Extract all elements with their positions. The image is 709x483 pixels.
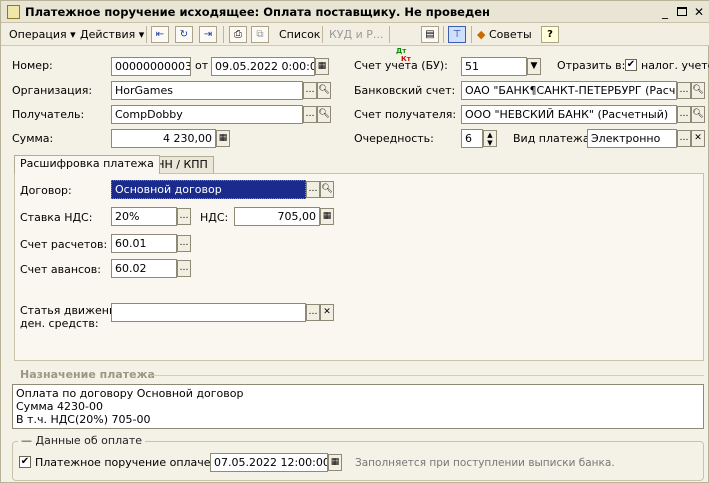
organization-select-button[interactable]: … <box>303 82 317 99</box>
recipient-label: Получатель: <box>12 108 85 121</box>
sum-label: Сумма: <box>12 132 54 145</box>
contract-open-icon[interactable]: 🔍︎ <box>320 181 334 198</box>
contract-select-button[interactable]: … <box>306 181 320 198</box>
paid-hint: Заполняется при поступлении выписки банк… <box>355 457 615 469</box>
actions-menu[interactable]: Действия ▾ <box>80 26 144 43</box>
list-button[interactable]: Список <box>279 26 320 43</box>
print-icon[interactable]: ⎙ <box>229 26 247 43</box>
refresh-icon[interactable]: ↻ <box>175 26 193 43</box>
from-label: от <box>195 59 209 72</box>
forward-icon[interactable]: ⇥ <box>199 26 217 43</box>
back-icon[interactable]: ⇤ <box>151 26 169 43</box>
account-bu-field[interactable]: 51 <box>461 57 527 76</box>
advice-icon: ◆ <box>477 28 486 41</box>
bank-account-field[interactable]: ОАО "БАНК¶САНКТ-ПЕТЕРБУРГ (Расчет <box>461 81 677 100</box>
document-window: Платежное поручение исходящее: Оплата по… <box>0 0 709 483</box>
payment-type-label: Вид платежа: <box>513 132 594 145</box>
kud-button[interactable]: КУД и Р... <box>329 26 383 43</box>
recipient-open-icon[interactable]: 🔍︎ <box>317 106 331 123</box>
account-bu-dropdown-icon[interactable]: ▼ <box>527 58 541 75</box>
advance-account-select-button[interactable]: … <box>177 260 191 277</box>
settle-account-select-button[interactable]: … <box>177 235 191 252</box>
structure-icon[interactable]: ⊤ <box>448 26 466 43</box>
contract-label: Договор: <box>20 184 72 197</box>
organization-open-icon[interactable]: 🔍︎ <box>317 82 331 99</box>
bank-account-open-icon[interactable]: 🔍︎ <box>691 82 705 99</box>
advance-account-label: Счет авансов: <box>20 263 101 276</box>
paid-calendar-icon[interactable]: ▦ <box>328 454 342 471</box>
purpose-header: Назначение платежа <box>20 368 155 381</box>
tab-payment-details[interactable]: Расшифровка платежа <box>14 155 160 174</box>
priority-field[interactable]: 6 <box>461 129 483 148</box>
paid-label: Платежное поручение оплачено: <box>35 456 229 469</box>
settle-account-field[interactable]: 60.01 <box>111 234 177 253</box>
recipient-select-button[interactable]: … <box>303 106 317 123</box>
vat-rate-field[interactable]: 20% <box>111 207 177 226</box>
cashflow-select-button[interactable]: … <box>306 304 320 321</box>
operation-menu[interactable]: Операция ▾ <box>9 26 76 43</box>
advice-button[interactable]: ◆ Советы <box>477 26 532 43</box>
contract-field[interactable]: Основной договор <box>111 180 306 199</box>
recipient-field[interactable]: CompDobby <box>111 105 303 124</box>
vat-field[interactable]: 705,00 <box>234 207 320 226</box>
toolbar: Операция ▾ Действия ▾ ⇤ ↻ ⇥ ⎙ ⧉ Список К… <box>1 23 709 63</box>
cashflow-label: Статья движения ден. средств: <box>20 304 123 330</box>
number-field[interactable]: 00000000003 <box>111 57 191 76</box>
calendar-icon[interactable]: ▦ <box>315 58 329 75</box>
purpose-divider <box>151 375 704 376</box>
recipient-account-open-icon[interactable]: 🔍︎ <box>691 106 705 123</box>
maximize-icon[interactable] <box>674 4 690 20</box>
purpose-textarea[interactable]: Оплата по договору Основной договор Сумм… <box>12 384 704 429</box>
cashflow-field[interactable] <box>111 303 306 322</box>
calculator-icon[interactable]: ▦ <box>216 130 230 147</box>
sum-field[interactable]: 4 230,00 <box>111 129 216 148</box>
vat-rate-select-button[interactable]: … <box>177 208 191 225</box>
reflect-label: Отразить в: <box>557 59 626 72</box>
payment-type-select-button[interactable]: … <box>677 130 691 147</box>
document-icon <box>7 5 20 19</box>
recipient-account-select-button[interactable]: … <box>677 106 691 123</box>
close-icon[interactable]: ✕ <box>691 4 707 20</box>
payment-type-clear-icon[interactable]: ✕ <box>691 130 705 147</box>
bank-account-select-button[interactable]: … <box>677 82 691 99</box>
settle-account-label: Счет расчетов: <box>20 238 108 251</box>
account-bu-label: Счет учета (БУ): <box>354 59 448 72</box>
recipient-account-label: Счет получателя: <box>354 108 457 121</box>
tax-checkbox[interactable]: ✔ <box>625 59 637 71</box>
recipient-account-field[interactable]: ООО "НЕВСКИЙ БАНК" (Расчетный) <box>461 105 677 124</box>
payment-type-field[interactable]: Электронно <box>587 129 677 148</box>
advance-account-field[interactable]: 60.02 <box>111 259 177 278</box>
vat-calculator-icon[interactable]: ▦ <box>320 208 334 225</box>
number-label: Номер: <box>12 59 53 72</box>
organization-field[interactable]: HorGames <box>111 81 303 100</box>
copy-icon[interactable]: ⧉ <box>251 26 269 43</box>
organization-label: Организация: <box>12 84 93 97</box>
payment-header: — Данные об оплате <box>18 434 146 447</box>
bank-account-label: Банковский счет: <box>354 84 456 97</box>
vat-label: НДС: <box>200 211 229 224</box>
title-bar: Платежное поручение исходящее: Оплата по… <box>1 1 709 23</box>
tax-label: налог. учете <box>641 59 709 72</box>
paid-checkbox[interactable]: ✔ <box>19 456 31 468</box>
window-title: Платежное поручение исходящее: Оплата по… <box>25 5 490 19</box>
priority-spin-icon[interactable]: ▲ ▼ <box>483 130 497 147</box>
date-field[interactable]: 09.05.2022 0:00:00 <box>211 57 315 76</box>
report-icon[interactable]: ▤ <box>421 26 439 43</box>
minimize-icon[interactable]: _ <box>657 4 673 20</box>
cashflow-clear-icon[interactable]: ✕ <box>320 304 334 321</box>
help-icon[interactable]: ? <box>541 26 559 43</box>
vat-rate-label: Ставка НДС: <box>20 211 93 224</box>
paid-date-field[interactable]: 07.05.2022 12:00:00 <box>210 453 328 472</box>
priority-label: Очередность: <box>354 132 434 145</box>
